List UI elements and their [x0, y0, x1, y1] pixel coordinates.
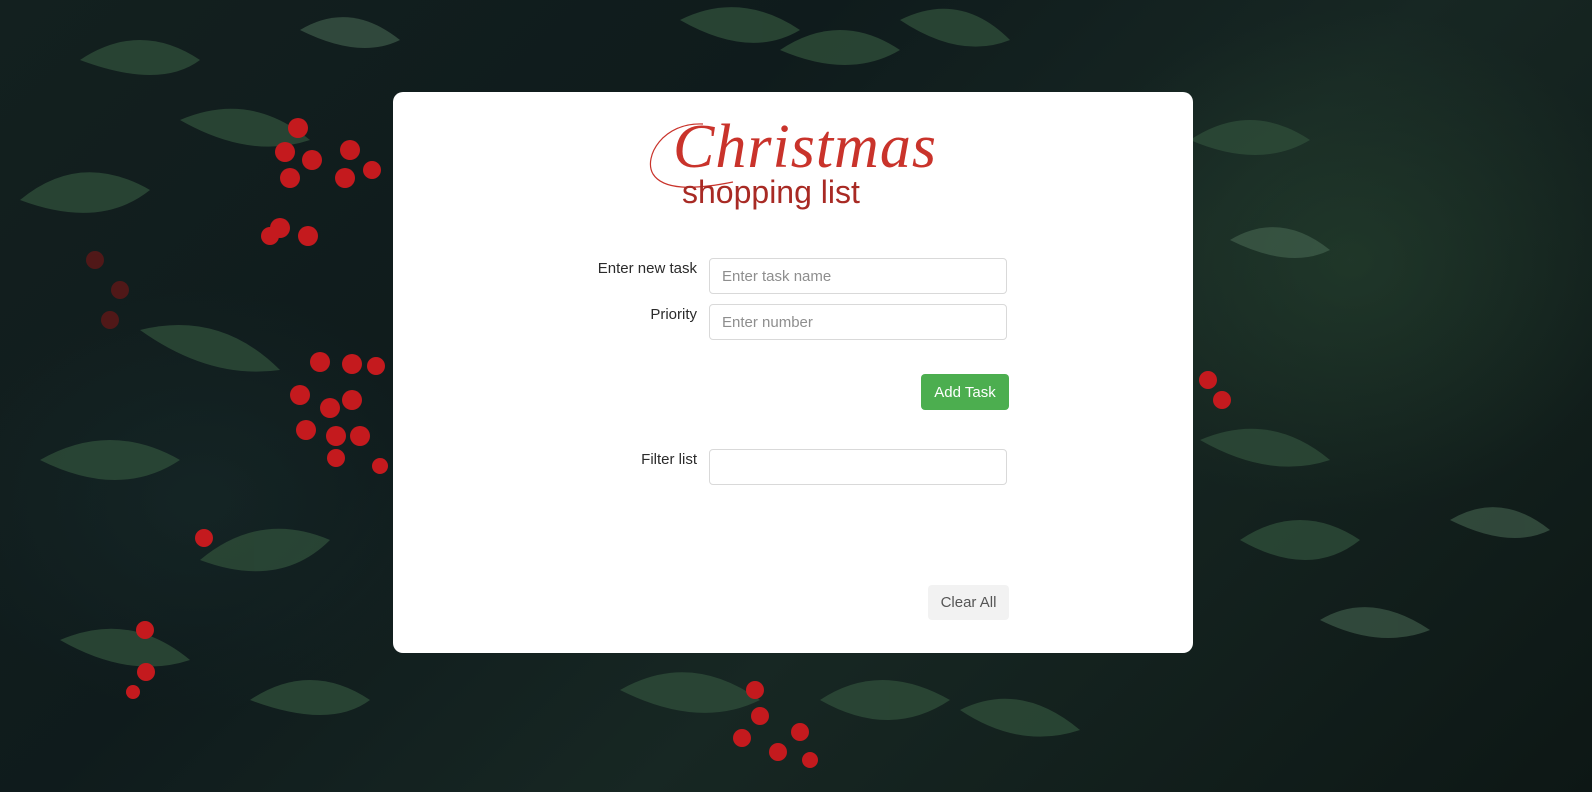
clear-all-button[interactable]: Clear All [928, 585, 1009, 620]
logo: Christmas shopping list [643, 112, 943, 212]
task-label: Enter new task [597, 260, 697, 277]
shopping-list-card: Christmas shopping list Enter new task P… [393, 92, 1193, 653]
priority-row: Priority [393, 304, 1193, 340]
logo-subtitle: shopping list [682, 174, 860, 210]
add-task-button[interactable]: Add Task [921, 374, 1009, 410]
priority-input[interactable] [709, 304, 1007, 340]
filter-label: Filter list [641, 451, 697, 468]
task-row: Enter new task [393, 258, 1193, 294]
task-name-input[interactable] [709, 258, 1007, 294]
filter-row: Filter list [393, 449, 1193, 485]
filter-input[interactable] [709, 449, 1007, 485]
logo-title: Christmas [673, 113, 937, 181]
priority-label: Priority [650, 306, 697, 323]
